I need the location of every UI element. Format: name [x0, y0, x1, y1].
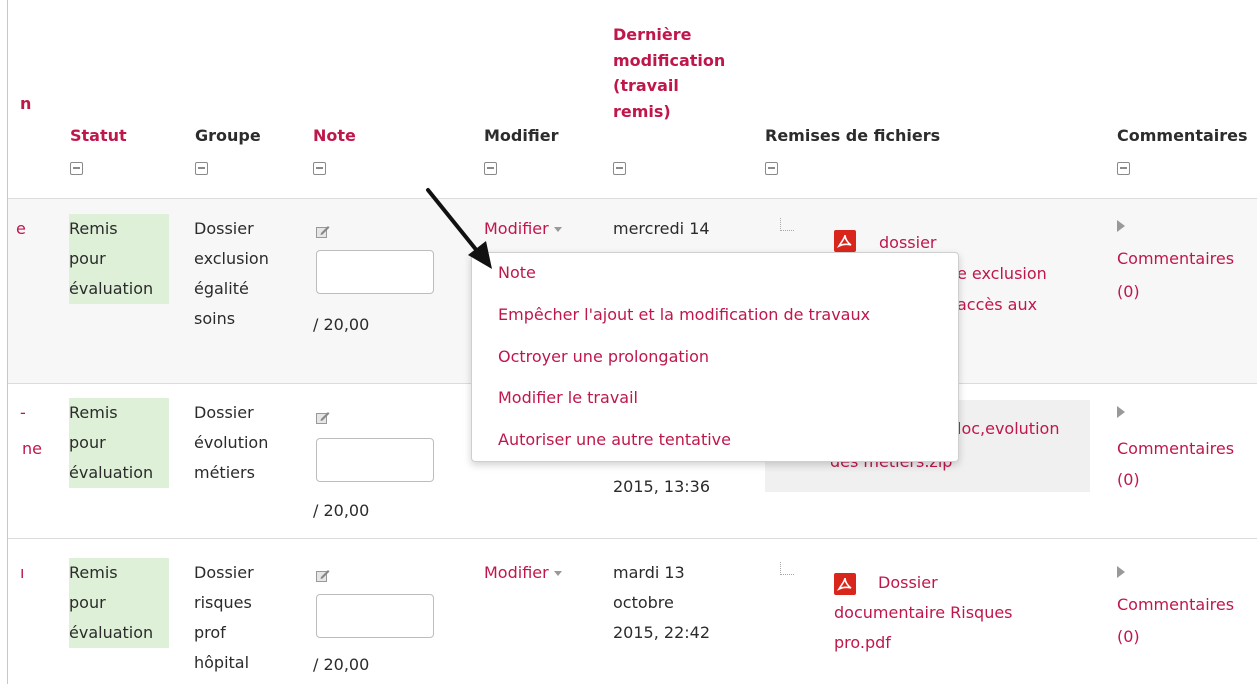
- file-link[interactable]: Dossier documentaire Risques pro.pdf: [834, 568, 1013, 658]
- edit-pencil-icon[interactable]: [316, 569, 330, 582]
- grade-suffix: / 20,00: [313, 655, 370, 674]
- grade-suffix: / 20,00: [313, 315, 370, 334]
- comments-count[interactable]: (0): [1117, 465, 1140, 495]
- minus-square-icon[interactable]: [484, 162, 497, 175]
- triangle-right-icon[interactable]: [1117, 220, 1125, 232]
- grade-input[interactable]: [316, 250, 434, 294]
- grade-suffix: / 20,00: [313, 501, 370, 520]
- group-line: soins: [194, 309, 236, 328]
- file-link-line: documentaire Risques: [834, 603, 1013, 622]
- chevron-down-icon: [553, 227, 562, 232]
- status-badge: Remis pour évaluation: [69, 214, 169, 304]
- date-line: 2015, 22:42: [613, 623, 710, 642]
- grade-input[interactable]: [316, 438, 434, 482]
- status-line: pour: [69, 433, 106, 452]
- header-remises: Remises de fichiers: [765, 126, 941, 145]
- cut-fragment: -: [20, 403, 26, 422]
- group-line: risques: [194, 593, 252, 612]
- submission-date: mardi 13 octobre 2015, 22:42: [613, 558, 710, 648]
- header-modifier: Modifier: [484, 126, 559, 145]
- submission-date: mercredi 14: [613, 214, 710, 244]
- tree-branch-icon: [780, 562, 794, 575]
- file-link-line: pro.pdf: [834, 633, 891, 652]
- minus-square-icon[interactable]: [70, 162, 83, 175]
- group-line: Dossier: [194, 563, 254, 582]
- date-line: mercredi 14: [613, 219, 710, 238]
- minus-square-icon[interactable]: [613, 162, 626, 175]
- submission-date: 2015, 13:36: [613, 472, 710, 502]
- cut-fragment: ne: [22, 439, 42, 458]
- status-line: pour: [69, 593, 106, 612]
- group-name: Dossier risques prof hôpital: [194, 558, 254, 678]
- status-line: pour: [69, 249, 106, 268]
- file-link-fragment[interactable]: accès aux: [957, 290, 1037, 320]
- header-statut[interactable]: Statut: [70, 124, 127, 148]
- header-cut-label[interactable]: n: [20, 92, 31, 116]
- menu-item-note[interactable]: Note: [498, 262, 536, 284]
- cut-fragment: ı: [20, 563, 25, 582]
- file-link-fragment[interactable]: loc,evolution: [957, 414, 1059, 444]
- header-groupe: Groupe: [195, 126, 261, 145]
- edit-pencil-icon[interactable]: [316, 225, 330, 238]
- modifier-label: Modifier: [484, 563, 549, 582]
- group-line: exclusion: [194, 249, 269, 268]
- menu-item-prolongation[interactable]: Octroyer une prolongation: [498, 346, 709, 368]
- comments-link[interactable]: Commentaires: [1117, 434, 1234, 464]
- group-line: égalité: [194, 279, 249, 298]
- modifier-dropdown-menu: Note Empêcher l'ajout et la modification…: [471, 252, 959, 462]
- group-line: Dossier: [194, 219, 254, 238]
- header-derniere-line: (travail: [613, 76, 679, 95]
- chevron-down-icon: [553, 571, 562, 576]
- date-line: 2015, 13:36: [613, 477, 710, 496]
- status-badge: Remis pour évaluation: [69, 398, 169, 488]
- grade-input[interactable]: [316, 594, 434, 638]
- group-line: évolution: [194, 433, 269, 452]
- header-derniere-modification[interactable]: Dernière modification (travail remis): [613, 22, 725, 124]
- group-line: Dossier: [194, 403, 254, 422]
- header-derniere-line: modification: [613, 50, 726, 70]
- modifier-dropdown[interactable]: Modifier: [484, 561, 562, 585]
- triangle-right-icon[interactable]: [1117, 566, 1125, 578]
- comments-link[interactable]: Commentaires: [1117, 244, 1234, 274]
- edit-pencil-icon[interactable]: [316, 411, 330, 424]
- tree-branch-icon: [780, 218, 794, 231]
- status-line: évaluation: [69, 279, 154, 298]
- row-separator: [8, 538, 1257, 539]
- status-line: Remis: [69, 219, 118, 238]
- file-link-fragment[interactable]: e exclusion: [957, 259, 1047, 289]
- file-link-line: Dossier: [878, 573, 938, 592]
- status-line: Remis: [69, 403, 118, 422]
- menu-item-empecher[interactable]: Empêcher l'ajout et la modification de t…: [498, 304, 870, 326]
- group-name: Dossier exclusion égalité soins: [194, 214, 269, 334]
- comments-count[interactable]: (0): [1117, 277, 1140, 307]
- minus-square-icon[interactable]: [313, 162, 326, 175]
- triangle-right-icon[interactable]: [1117, 406, 1125, 418]
- date-line: octobre: [613, 593, 674, 612]
- status-badge: Remis pour évaluation: [69, 558, 169, 648]
- status-line: évaluation: [69, 623, 154, 642]
- comments-count[interactable]: (0): [1117, 622, 1140, 652]
- minus-square-icon[interactable]: [1117, 162, 1130, 175]
- group-name: Dossier évolution métiers: [194, 398, 268, 488]
- menu-item-modifier-travail[interactable]: Modifier le travail: [498, 387, 638, 409]
- comments-link[interactable]: Commentaires: [1117, 590, 1234, 620]
- pdf-icon: [834, 230, 856, 252]
- status-line: évaluation: [69, 463, 154, 482]
- header-note[interactable]: Note: [313, 124, 356, 148]
- header-commentaires: Commentaires: [1117, 126, 1248, 145]
- group-line: hôpital: [194, 653, 250, 672]
- arrow-pointer-icon: [426, 188, 492, 269]
- group-line: prof: [194, 623, 226, 642]
- header-derniere-line: remis): [613, 101, 671, 121]
- minus-square-icon[interactable]: [765, 162, 778, 175]
- menu-item-autoriser-tentative[interactable]: Autoriser une autre tentative: [498, 429, 731, 451]
- status-line: Remis: [69, 563, 118, 582]
- header-derniere-line: Dernière: [613, 25, 692, 44]
- group-line: métiers: [194, 463, 255, 482]
- date-line: mardi 13: [613, 563, 685, 582]
- minus-square-icon[interactable]: [195, 162, 208, 175]
- cut-fragment: e: [16, 219, 26, 238]
